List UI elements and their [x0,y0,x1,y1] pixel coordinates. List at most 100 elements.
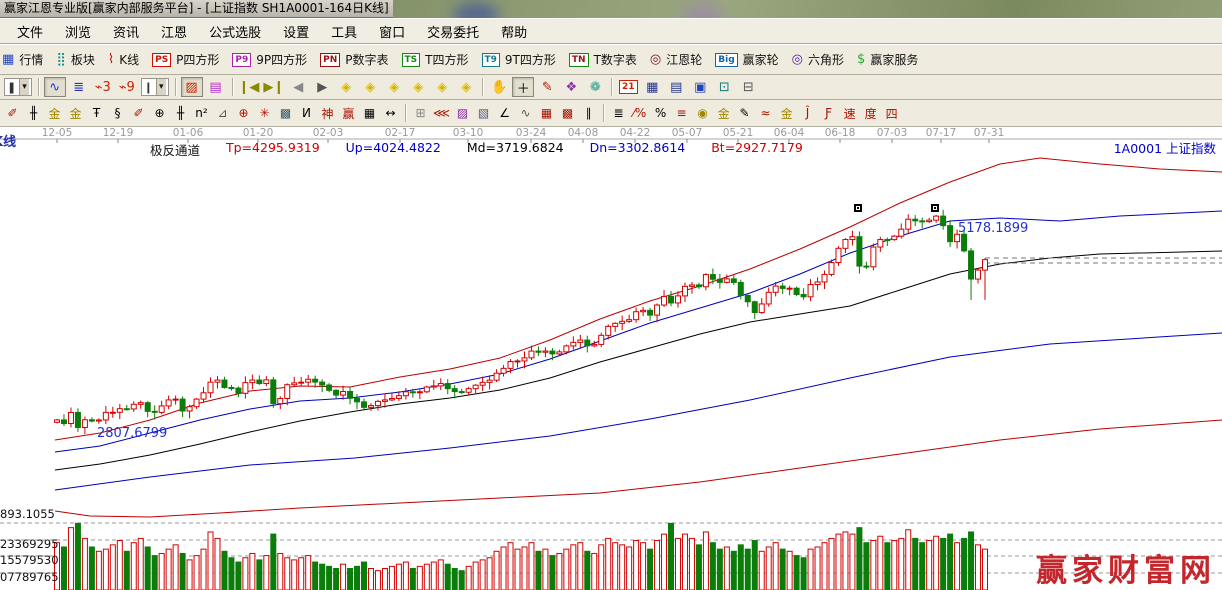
date-axis: 12-0512-1901-0601-2002-0302-1703-1003-24… [0,127,1222,139]
calendar-button[interactable]: 21 [617,77,639,97]
wave2-tool[interactable]: ≈ [756,104,775,123]
menu-window[interactable]: 窗口 [368,19,416,44]
parallel-tool[interactable]: ∥ [579,104,598,123]
draw-line-button[interactable]: ✎ [536,77,558,97]
gold-line-tool[interactable]: 金 [714,104,733,123]
fan-lines-tool[interactable]: ⋘ [432,104,451,123]
9p-square-button[interactable]: P99P四方形 [232,51,307,68]
angle-tool[interactable]: ∠ [495,104,514,123]
calculator-button[interactable]: ▦ [641,77,663,97]
first-bar-button[interactable]: ❙◀ [238,77,261,97]
span-tool[interactable]: ↔ [381,104,400,123]
gold-gauge2-tool[interactable]: 金 [66,104,85,123]
last-bar-button[interactable]: ▶❙ [262,77,285,97]
crosshair-button[interactable]: ＋ [512,77,534,97]
p9-step-button[interactable]: ⌁9 [116,77,138,97]
red-grid-tool[interactable]: ▦ [537,104,556,123]
pan-hand-button[interactable]: ✋ [488,77,510,97]
speed-tool[interactable]: 速 [840,104,859,123]
menu-settings[interactable]: 设置 [272,19,320,44]
pane-label-kline[interactable]: K线 [0,131,16,150]
sectors-button[interactable]: ⣿板块 [56,51,95,68]
percent-tool[interactable]: % [651,104,670,123]
p-table-button[interactable]: PNP数字表 [320,51,388,68]
marker-pen-tool[interactable]: ✎ [735,104,754,123]
star-grid-tool[interactable]: ✳ [255,104,274,123]
gann-shape-button[interactable]: ❖ [560,77,582,97]
gann-scale-button-6[interactable]: ◈ [455,77,477,97]
compass-tool[interactable]: ⊕ [234,104,253,123]
save-button[interactable]: ▣ [689,77,711,97]
menu-news[interactable]: 资讯 [102,19,150,44]
t-table-button[interactable]: TNT数字表 [569,51,637,68]
navigation-toolbar: ❚▾∿≣⌁3⌁9❙▾▨▤❙◀▶❙◀▶◈◈◈◈◈◈✋＋✎❖❁21▦▤▣⊡⊟ [0,75,1222,100]
percent-line-tool[interactable]: ⁄% [630,104,649,123]
9p-square-button-label: 9P四方形 [256,51,307,68]
j-angle-tool[interactable]: Ĵ [798,104,817,123]
gold-angle-tool[interactable]: 金 [777,104,796,123]
shen-tool[interactable]: 神 [318,104,337,123]
menu-tools[interactable]: 工具 [320,19,368,44]
gann-scale-button-3[interactable]: ◈ [383,77,405,97]
toolbar-separator [482,78,483,96]
p-square-button[interactable]: PSP四方形 [152,51,219,68]
trend-chart-button[interactable]: ∿ [44,77,66,97]
grid123-tool[interactable]: ▦ [360,104,379,123]
menu-trade[interactable]: 交易委托 [416,19,490,44]
t-ruler-tool[interactable]: Ŧ [87,104,106,123]
quote-info-button[interactable]: ≣ [68,77,90,97]
gann-ruler-tool[interactable]: ╫ [24,104,43,123]
rocket-tool[interactable]: ✐ [129,104,148,123]
web-grid-tool[interactable]: ▩ [276,104,295,123]
menu-file[interactable]: 文件 [6,19,54,44]
hexagon-button[interactable]: ◎六角形 [792,51,844,68]
circle-ruler-tool[interactable]: ⊕ [150,104,169,123]
rocket-draw-tool[interactable]: ✐ [3,104,22,123]
p3-step-button[interactable]: ⌁3 [92,77,114,97]
square-number-tool[interactable]: n² [192,104,211,123]
gold-gauge-tool[interactable]: 金 [45,104,64,123]
menu-help[interactable]: 帮助 [490,19,538,44]
indicator-name[interactable]: 极反通道 [150,140,200,159]
gann-scale-button-2[interactable]: ◈ [359,77,381,97]
percent-levels-tool[interactable]: ≡ [672,104,691,123]
purple-grid-tool[interactable]: ▨ [453,104,472,123]
wave-tool[interactable]: ∿ [516,104,535,123]
winner-service-button[interactable]: $赢家服务 [857,51,918,68]
window-grid-tool[interactable]: ⊞ [411,104,430,123]
quotes-button[interactable]: ▦行情 [2,51,43,68]
scale-list-tool[interactable]: ≣ [609,104,628,123]
print-button[interactable]: ⊟ [737,77,759,97]
gann-scale-button-1[interactable]: ◈ [335,77,357,97]
menu-formula-stock-pick[interactable]: 公式选股 [198,19,272,44]
winner-wheel-button[interactable]: Big赢家轮 [715,51,778,68]
angle-fan-tool[interactable]: ⊿ [213,104,232,123]
notes-button[interactable]: ▤ [665,77,687,97]
menu-gann[interactable]: 江恩 [150,19,198,44]
quad-tool[interactable]: 四 [882,104,901,123]
next-bar-button[interactable]: ▶ [311,77,333,97]
kchart-mode-button[interactable]: ▨ [181,77,203,97]
gann-scale-button-4[interactable]: ◈ [407,77,429,97]
menu-browse[interactable]: 浏览 [54,19,102,44]
period-combo[interactable]: ❚▾ [4,78,32,96]
f-angle-tool[interactable]: Ƒ [819,104,838,123]
prev-bar-button[interactable]: ◀ [287,77,309,97]
tick-ruler-tool[interactable]: ╫ [171,104,190,123]
kline-button[interactable]: ⌇K线 [108,51,139,68]
ying-tool[interactable]: 赢 [339,104,358,123]
red-web-tool[interactable]: ▩ [558,104,577,123]
gann-scale-button-5[interactable]: ◈ [431,77,453,97]
shade-grid-tool[interactable]: ▧ [474,104,493,123]
analysis-button[interactable]: ❁ [584,77,606,97]
gold-circle-tool[interactable]: ◉ [693,104,712,123]
9t-square-button[interactable]: T99T四方形 [482,51,556,68]
spiral-tool[interactable]: § [108,104,127,123]
degree-tool[interactable]: 度 [861,104,880,123]
candle-style-combo[interactable]: ❙▾ [141,78,169,96]
gann-wheel-button[interactable]: ◎江恩轮 [650,51,702,68]
indicator-panel-button[interactable]: ▤ [205,77,227,97]
wave-mark-tool[interactable]: И [297,104,316,123]
export-button[interactable]: ⊡ [713,77,735,97]
t-square-button[interactable]: TST四方形 [402,51,469,68]
